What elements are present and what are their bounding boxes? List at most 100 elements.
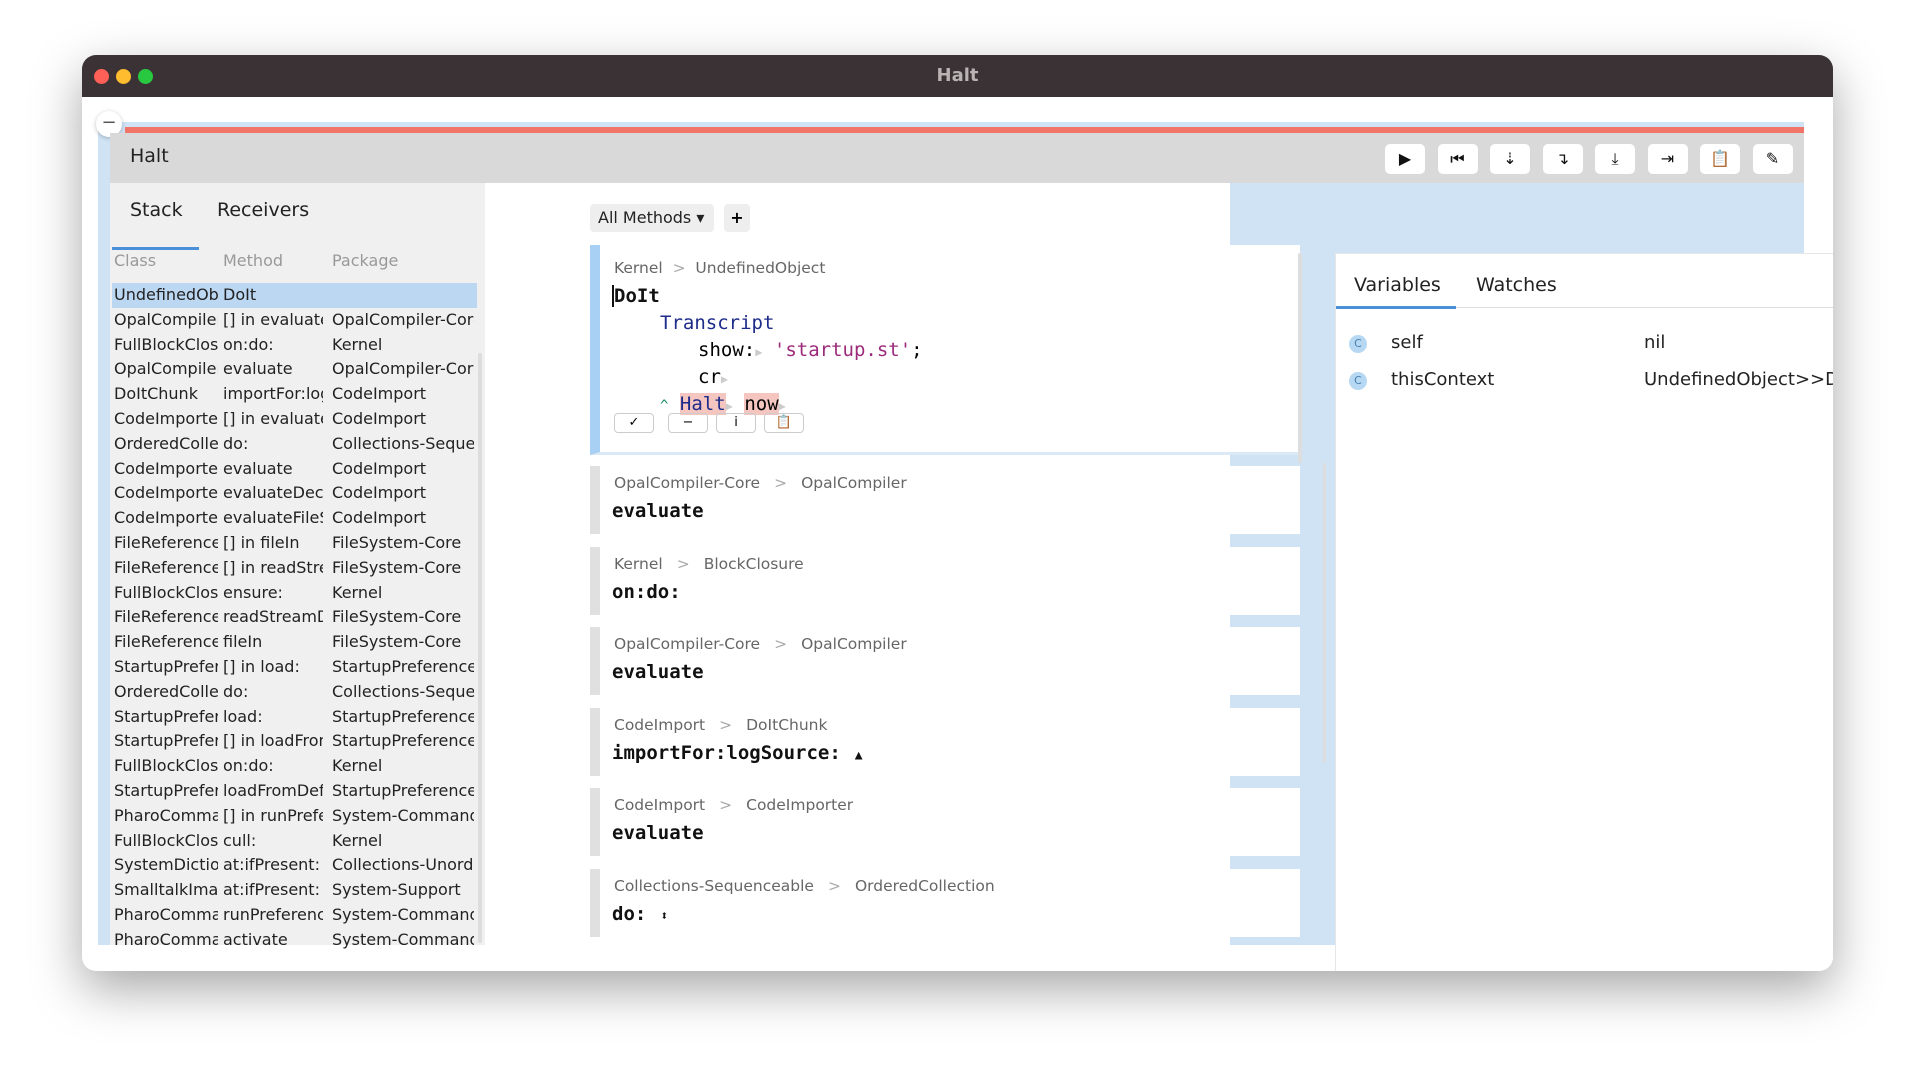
row-class: CodeImporter (114, 483, 218, 503)
into-button[interactable]: ⇣ (1490, 144, 1530, 174)
row-class: CodeImporter (114, 458, 218, 478)
stack-row[interactable]: FileReferencereadStreamDo: FileSystem-Cor… (112, 605, 477, 630)
stack-frame-card[interactable]: OpalCompiler-Core > OpalCompiler evaluate (590, 466, 1300, 534)
expand-icon[interactable]: ⬍ (660, 909, 668, 924)
stack-row[interactable]: FullBlockClosureensure: Kernel (112, 581, 477, 606)
row-package: StartupPreferences (332, 706, 474, 726)
row-package: System-Support (332, 880, 461, 900)
stack-row[interactable]: FileReference[] in readStreamDo: FileSyst… (112, 556, 477, 581)
stack-row[interactable]: UndefinedObject DoIt (112, 283, 477, 308)
restart-button[interactable]: ⏮ (1437, 144, 1478, 174)
copy-button[interactable]: 📋 (764, 413, 804, 433)
stack-row[interactable]: PharoCommandLineHandler[] in runPreferen… (112, 804, 477, 829)
inspect-button[interactable]: i (716, 413, 756, 433)
stack-frame-card[interactable]: Collections-Sequenceable > OrderedCollecti… (590, 869, 1300, 937)
class-link[interactable]: UndefinedObject (695, 259, 825, 277)
code-panel: All Methods ▾ + Kernel > UndefinedObject… (485, 183, 1326, 945)
stack-row[interactable]: PharoCommandLineHandleractivate System-Co… (112, 928, 477, 953)
stack-row[interactable]: OrderedCollectiondo: Collections-Sequence… (112, 680, 477, 705)
stack-row[interactable]: OrderedCollectiondo: Collections-Sequence… (112, 432, 477, 457)
package-link[interactable]: OpalCompiler-Core (614, 474, 760, 492)
stack-row[interactable]: CodeImporter [] in evaluate CodeImport (112, 407, 477, 432)
class-link[interactable]: CodeImporter (746, 796, 853, 814)
stack-row[interactable]: FileReference [] in fileIn FileSystem-Core (112, 531, 477, 556)
class-link[interactable]: OpalCompiler (801, 635, 907, 653)
class-link[interactable]: BlockClosure (704, 555, 804, 573)
stack-row[interactable]: FullBlockClosureon:do: Kernel (112, 754, 477, 779)
stack-row[interactable]: StartupPreferencesLoaderload: StartupPref… (112, 705, 477, 730)
stack-row[interactable]: StartupPreferencesLoader [] in load: Start… (112, 655, 477, 680)
stack-scrollbar[interactable] (478, 353, 482, 943)
row-method: loadFromDefaultLocations (223, 781, 323, 800)
row-class: StartupPreferencesLoader (114, 657, 218, 676)
column-package[interactable]: Package (332, 251, 398, 270)
code-line-cr: cr▶ (698, 366, 729, 388)
copy-stack-button[interactable]: 📋 (1700, 144, 1740, 174)
stack-row[interactable]: FullBlockClosureon:do: Kernel (112, 333, 477, 358)
stack-row[interactable]: FileReference fileIn FileSystem-Core (112, 630, 477, 655)
code-line-show: show:▶ 'startup.st'; (698, 339, 923, 361)
class-link[interactable]: OrderedCollection (855, 877, 995, 895)
debugger-window: Halt − Halt ▶ ⏮ ⇣ ↴ ⤓ ⇥ 📋 ✎ Stack Receivers Cla… (82, 55, 1833, 971)
over-button[interactable]: ↴ (1542, 144, 1583, 174)
code-transcript: Transcript (660, 312, 775, 334)
variable-value[interactable]: UndefinedObject>>DoIt (1644, 369, 1833, 390)
column-class[interactable]: Class (114, 251, 156, 270)
class-link[interactable]: DoItChunk (746, 716, 827, 734)
through-button[interactable]: ⤓ (1595, 144, 1635, 174)
row-package: CodeImport (332, 458, 427, 478)
breadcrumb: OpalCompiler-Core > OpalCompiler (614, 474, 907, 492)
package-link[interactable]: Kernel (614, 259, 663, 277)
stack-row[interactable]: StartupPreferencesLoader[] in loadFromDe… (112, 729, 477, 754)
stack-row[interactable]: CodeImporterevaluateFileStream CodeImport (112, 506, 477, 531)
variable-value[interactable]: nil (1644, 332, 1665, 353)
stack-row[interactable]: StartupPreferencesLoader loadFromDefaultL… (112, 779, 477, 804)
tab-stack[interactable]: Stack (130, 199, 183, 221)
package-link[interactable]: CodeImport (614, 716, 705, 734)
package-link[interactable]: CodeImport (614, 796, 705, 814)
package-link[interactable]: OpalCompiler-Core (614, 635, 760, 653)
tab-watches[interactable]: Watches (1476, 274, 1557, 296)
proceed-button[interactable]: ▶ (1385, 144, 1425, 174)
variable-name[interactable]: self (1391, 332, 1423, 353)
class-link[interactable]: OpalCompiler (801, 474, 907, 492)
accept-button[interactable]: ✓ (614, 413, 654, 433)
tab-variables[interactable]: Variables (1354, 274, 1441, 296)
row-package: OpalCompiler-Core (332, 309, 474, 329)
row-method: [] in readStreamDo: (223, 557, 323, 577)
stack-row[interactable]: CodeImporter evaluate CodeImport (112, 457, 477, 482)
stack-row[interactable]: OpalCompiler evaluate OpalCompiler-Core (112, 357, 477, 382)
variable-name[interactable]: thisContext (1391, 369, 1494, 390)
stack-row[interactable]: CodeImporterevaluateDeclarations CodeImpo… (112, 481, 477, 506)
row-method: [] in evaluate (223, 409, 323, 428)
stack-frame-card[interactable]: OpalCompiler-Core > OpalCompiler evaluate (590, 627, 1300, 696)
stack-frame-card[interactable]: CodeImport > DoItChunk importFor:logSource:… (590, 707, 1300, 776)
column-method[interactable]: Method (223, 251, 283, 270)
row-method: on:do: (223, 756, 274, 776)
panel-scrollbar[interactable] (1323, 463, 1326, 763)
stack-row[interactable]: OpalCompiler[] in evaluate OpalCompiler-C… (112, 308, 477, 333)
tab-receivers[interactable]: Receivers (217, 199, 309, 221)
row-method: evaluateDeclarations (223, 483, 323, 503)
stack-row[interactable]: SystemDictionaryat:ifPresent: Collections… (112, 853, 477, 878)
row-package: StartupPreferences (332, 781, 474, 800)
edit-button[interactable]: ✎ (1752, 144, 1793, 174)
package-link[interactable]: Collections-Sequenceable (614, 877, 814, 895)
package-link[interactable]: Kernel (614, 555, 663, 573)
stack-frame-card[interactable]: CodeImport > CodeImporter evaluate (590, 788, 1300, 857)
stack-row[interactable]: PharoCommandLineHandler runPreferences Sys… (112, 903, 477, 928)
stack-row[interactable]: FullBlockClosurecull: Kernel (112, 829, 477, 854)
sep: > (676, 554, 690, 573)
current-frame-editor[interactable]: Kernel > UndefinedObject DoIt Transcript… (590, 245, 1300, 455)
stack-row[interactable]: SmalltalkImageat:ifPresent: System-Suppor… (112, 878, 477, 903)
stack-frame-card[interactable]: Kernel > BlockClosure on:do: (590, 546, 1300, 615)
method-filter-dropdown[interactable]: All Methods ▾ (590, 204, 714, 232)
row-class: PharoCommandLineHandler (114, 905, 218, 924)
expand-icon[interactable]: ▲ (855, 748, 863, 763)
run-to-button[interactable]: ⇥ (1647, 144, 1688, 174)
add-button[interactable]: + (724, 204, 750, 232)
row-method: [] in evaluate (223, 309, 323, 329)
code-scrollbar[interactable] (1298, 253, 1302, 463)
collapse-editor-button[interactable]: − (668, 413, 708, 433)
stack-row[interactable]: DoItChunk importFor:logSource: CodeImport (112, 382, 477, 407)
